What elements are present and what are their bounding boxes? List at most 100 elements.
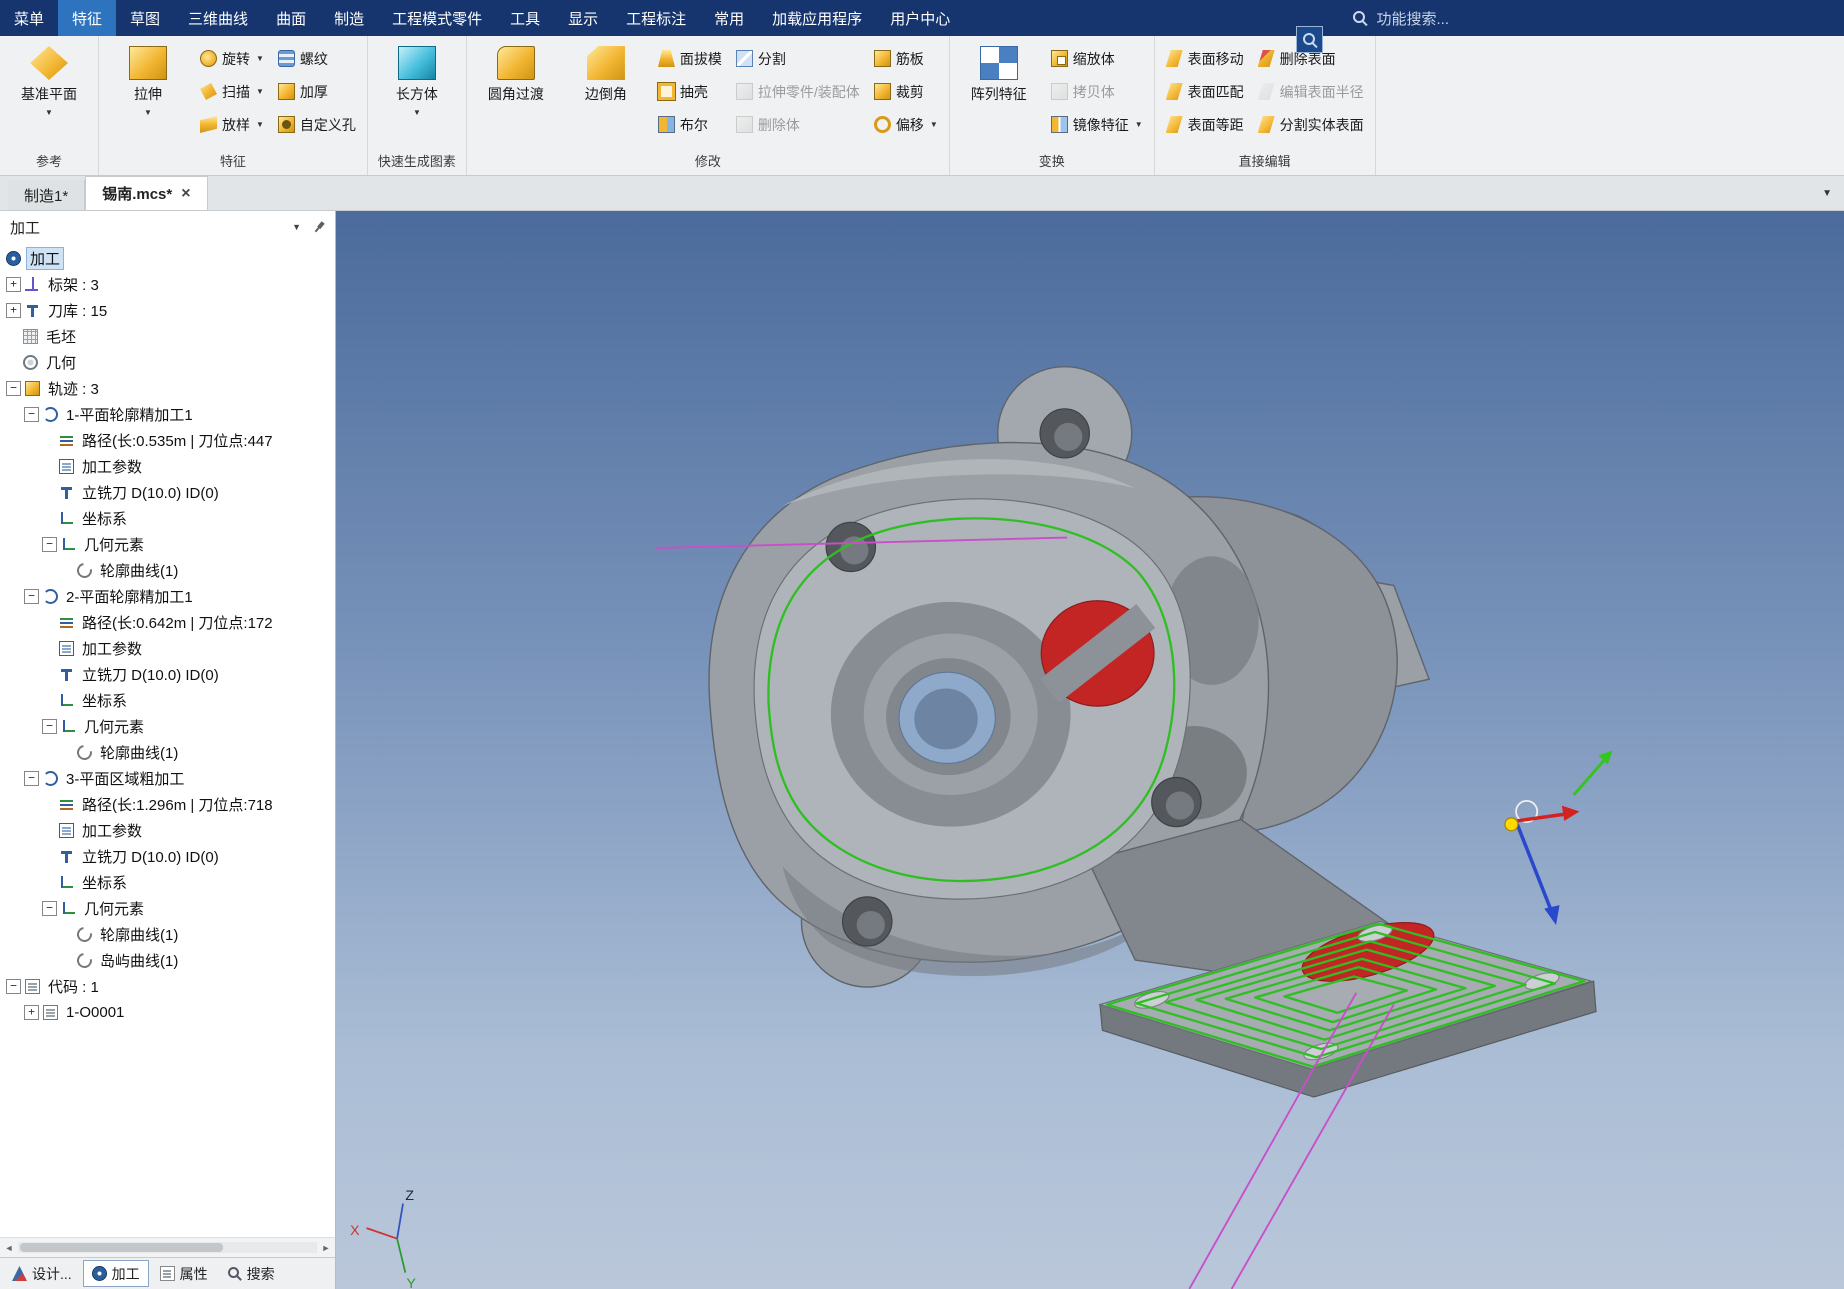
scroll-thumb[interactable] xyxy=(20,1243,223,1252)
search-popup[interactable] xyxy=(1296,26,1323,53)
ribbon-button-loft[interactable]: 放样▼ xyxy=(196,109,268,140)
bottom-tab-3[interactable]: 搜索 xyxy=(219,1261,283,1286)
ribbon-button-pattern[interactable]: 阵列特征 xyxy=(957,38,1041,104)
ribbon-button-face-split[interactable]: 分割实体表面 xyxy=(1254,109,1368,140)
tree-item-24[interactable]: 坐标系 xyxy=(0,869,335,895)
ribbon-button-thread[interactable]: 螺纹 xyxy=(274,43,360,74)
menu-item-6[interactable]: 工程模式零件 xyxy=(378,0,496,36)
tree-item-27[interactable]: 岛屿曲线(1) xyxy=(0,947,335,973)
ribbon-button-extrude[interactable]: 拉伸▼ xyxy=(106,38,190,117)
expander-minus-icon[interactable]: − xyxy=(24,407,39,422)
triad-origin[interactable] xyxy=(1505,818,1518,831)
ribbon-button-offset[interactable]: 偏移▼ xyxy=(870,109,942,140)
expander-plus-icon[interactable]: + xyxy=(24,1005,39,1020)
ribbon-button-draft[interactable]: 面拔模 xyxy=(654,43,726,74)
ribbon-button-delete-body[interactable]: 删除体 xyxy=(732,109,864,140)
close-icon[interactable]: × xyxy=(181,186,190,202)
tree-item-26[interactable]: 轮廓曲线(1) xyxy=(0,921,335,947)
tree-item-6[interactable]: −1-平面轮廓精加工1 xyxy=(0,401,335,427)
tree-item-25[interactable]: −几何元素 xyxy=(0,895,335,921)
menu-item-5[interactable]: 制造 xyxy=(320,0,378,36)
bottom-tab-2[interactable]: 属性 xyxy=(152,1261,216,1286)
ribbon-button-mirror[interactable]: 镜像特征▼ xyxy=(1047,109,1147,140)
menu-item-3[interactable]: 三维曲线 xyxy=(174,0,262,36)
tree-item-19[interactable]: 轮廓曲线(1) xyxy=(0,739,335,765)
menu-item-7[interactable]: 工具 xyxy=(496,0,554,36)
ribbon-button-face-offset[interactable]: 表面等距 xyxy=(1162,109,1248,140)
tree-item-20[interactable]: −3-平面区域粗加工 xyxy=(0,765,335,791)
menubar-search[interactable]: 功能搜索... xyxy=(1352,0,1449,36)
tree-item-21[interactable]: 路径(长:1.296m | 刀位点:718 xyxy=(0,791,335,817)
ribbon-button-split[interactable]: 分割 xyxy=(732,43,864,74)
ribbon-button-custom-hole[interactable]: 自定义孔 xyxy=(274,109,360,140)
ribbon-button-revolve[interactable]: 旋转▼ xyxy=(196,43,268,74)
tree-item-4[interactable]: 几何 xyxy=(0,349,335,375)
ribbon-button-datum-plane[interactable]: 基准平面▼ xyxy=(7,38,91,117)
tabbar-dropdown-caret-icon[interactable]: ▼ xyxy=(1822,188,1832,199)
menu-item-8[interactable]: 显示 xyxy=(554,0,612,36)
scroll-track[interactable] xyxy=(18,1242,317,1253)
ribbon-button-copy[interactable]: 拷贝体 xyxy=(1047,76,1147,107)
menu-item-0[interactable]: 菜单 xyxy=(0,0,58,36)
expander-minus-icon[interactable]: − xyxy=(6,381,21,396)
viewport-canvas[interactable]: X Z Y xyxy=(336,211,1844,1289)
bottom-tab-0[interactable]: 设计... xyxy=(4,1261,80,1286)
scroll-right-arrow-icon[interactable]: ► xyxy=(319,1243,333,1253)
menu-item-10[interactable]: 常用 xyxy=(700,0,758,36)
tree-item-2[interactable]: +刀库 : 15 xyxy=(0,297,335,323)
red-face-housing[interactable] xyxy=(1040,601,1155,706)
ribbon-button-chamfer[interactable]: 边倒角 xyxy=(564,38,648,104)
menu-item-4[interactable]: 曲面 xyxy=(262,0,320,36)
tree-item-8[interactable]: 加工参数 xyxy=(0,453,335,479)
ribbon-button-box[interactable]: 长方体▼ xyxy=(375,38,459,117)
tree-item-3[interactable]: 毛坯 xyxy=(0,323,335,349)
expander-minus-icon[interactable]: − xyxy=(24,771,39,786)
viewport-3d[interactable]: X Z Y xyxy=(336,211,1844,1289)
doc-tab-0[interactable]: 制造1* xyxy=(8,180,85,210)
tree-item-11[interactable]: −几何元素 xyxy=(0,531,335,557)
machine-triad[interactable] xyxy=(1505,751,1613,925)
ribbon-button-trim[interactable]: 裁剪 xyxy=(870,76,942,107)
expander-plus-icon[interactable]: + xyxy=(6,277,21,292)
menu-item-1[interactable]: 特征 xyxy=(58,0,116,36)
tree-item-14[interactable]: 路径(长:0.642m | 刀位点:172 xyxy=(0,609,335,635)
tree-item-18[interactable]: −几何元素 xyxy=(0,713,335,739)
menu-item-2[interactable]: 草图 xyxy=(116,0,174,36)
pin-icon[interactable] xyxy=(310,218,328,236)
ribbon-button-face-radius[interactable]: 编辑表面半径 xyxy=(1254,76,1368,107)
expander-minus-icon[interactable]: − xyxy=(42,901,57,916)
ribbon-button-rib[interactable]: 筋板 xyxy=(870,43,942,74)
tree-hscrollbar[interactable]: ◄ ► xyxy=(0,1237,335,1257)
ribbon-button-face-match[interactable]: 表面匹配 xyxy=(1162,76,1248,107)
tree-item-7[interactable]: 路径(长:0.535m | 刀位点:447 xyxy=(0,427,335,453)
expander-minus-icon[interactable]: − xyxy=(6,979,21,994)
ribbon-button-sweep[interactable]: 扫描▼ xyxy=(196,76,268,107)
ribbon-button-extrude-part[interactable]: 拉伸零件/装配体 xyxy=(732,76,864,107)
tree-item-23[interactable]: 立铣刀 D(10.0) ID(0) xyxy=(0,843,335,869)
tree-item-17[interactable]: 坐标系 xyxy=(0,687,335,713)
ribbon-button-boolean[interactable]: 布尔 xyxy=(654,109,726,140)
tree-item-16[interactable]: 立铣刀 D(10.0) ID(0) xyxy=(0,661,335,687)
expander-minus-icon[interactable]: − xyxy=(42,719,57,734)
bottom-tab-1[interactable]: 加工 xyxy=(83,1260,149,1287)
tree-item-15[interactable]: 加工参数 xyxy=(0,635,335,661)
tree-item-5[interactable]: −轨迹 : 3 xyxy=(0,375,335,401)
ribbon-button-fillet[interactable]: 圆角过渡 xyxy=(474,38,558,104)
tree-item-0[interactable]: 加工 xyxy=(0,245,335,271)
ribbon-button-shell[interactable]: 抽壳 xyxy=(654,76,726,107)
ribbon-button-thicken[interactable]: 加厚 xyxy=(274,76,360,107)
panel-dropdown-caret-icon[interactable]: ▼ xyxy=(292,222,301,232)
expander-minus-icon[interactable]: − xyxy=(24,589,39,604)
tree-item-9[interactable]: 立铣刀 D(10.0) ID(0) xyxy=(0,479,335,505)
expander-plus-icon[interactable]: + xyxy=(6,303,21,318)
menu-item-11[interactable]: 加载应用程序 xyxy=(758,0,876,36)
tree-item-12[interactable]: 轮廓曲线(1) xyxy=(0,557,335,583)
doc-tab-1[interactable]: 锡南.mcs*× xyxy=(85,176,207,210)
ribbon-button-scale[interactable]: 缩放体 xyxy=(1047,43,1147,74)
menu-item-12[interactable]: 用户中心 xyxy=(876,0,964,36)
ribbon-button-face-move[interactable]: 表面移动 xyxy=(1162,43,1248,74)
tree-item-22[interactable]: 加工参数 xyxy=(0,817,335,843)
tree-item-13[interactable]: −2-平面轮廓精加工1 xyxy=(0,583,335,609)
tree-item-28[interactable]: −代码 : 1 xyxy=(0,973,335,999)
scroll-left-arrow-icon[interactable]: ◄ xyxy=(2,1243,16,1253)
